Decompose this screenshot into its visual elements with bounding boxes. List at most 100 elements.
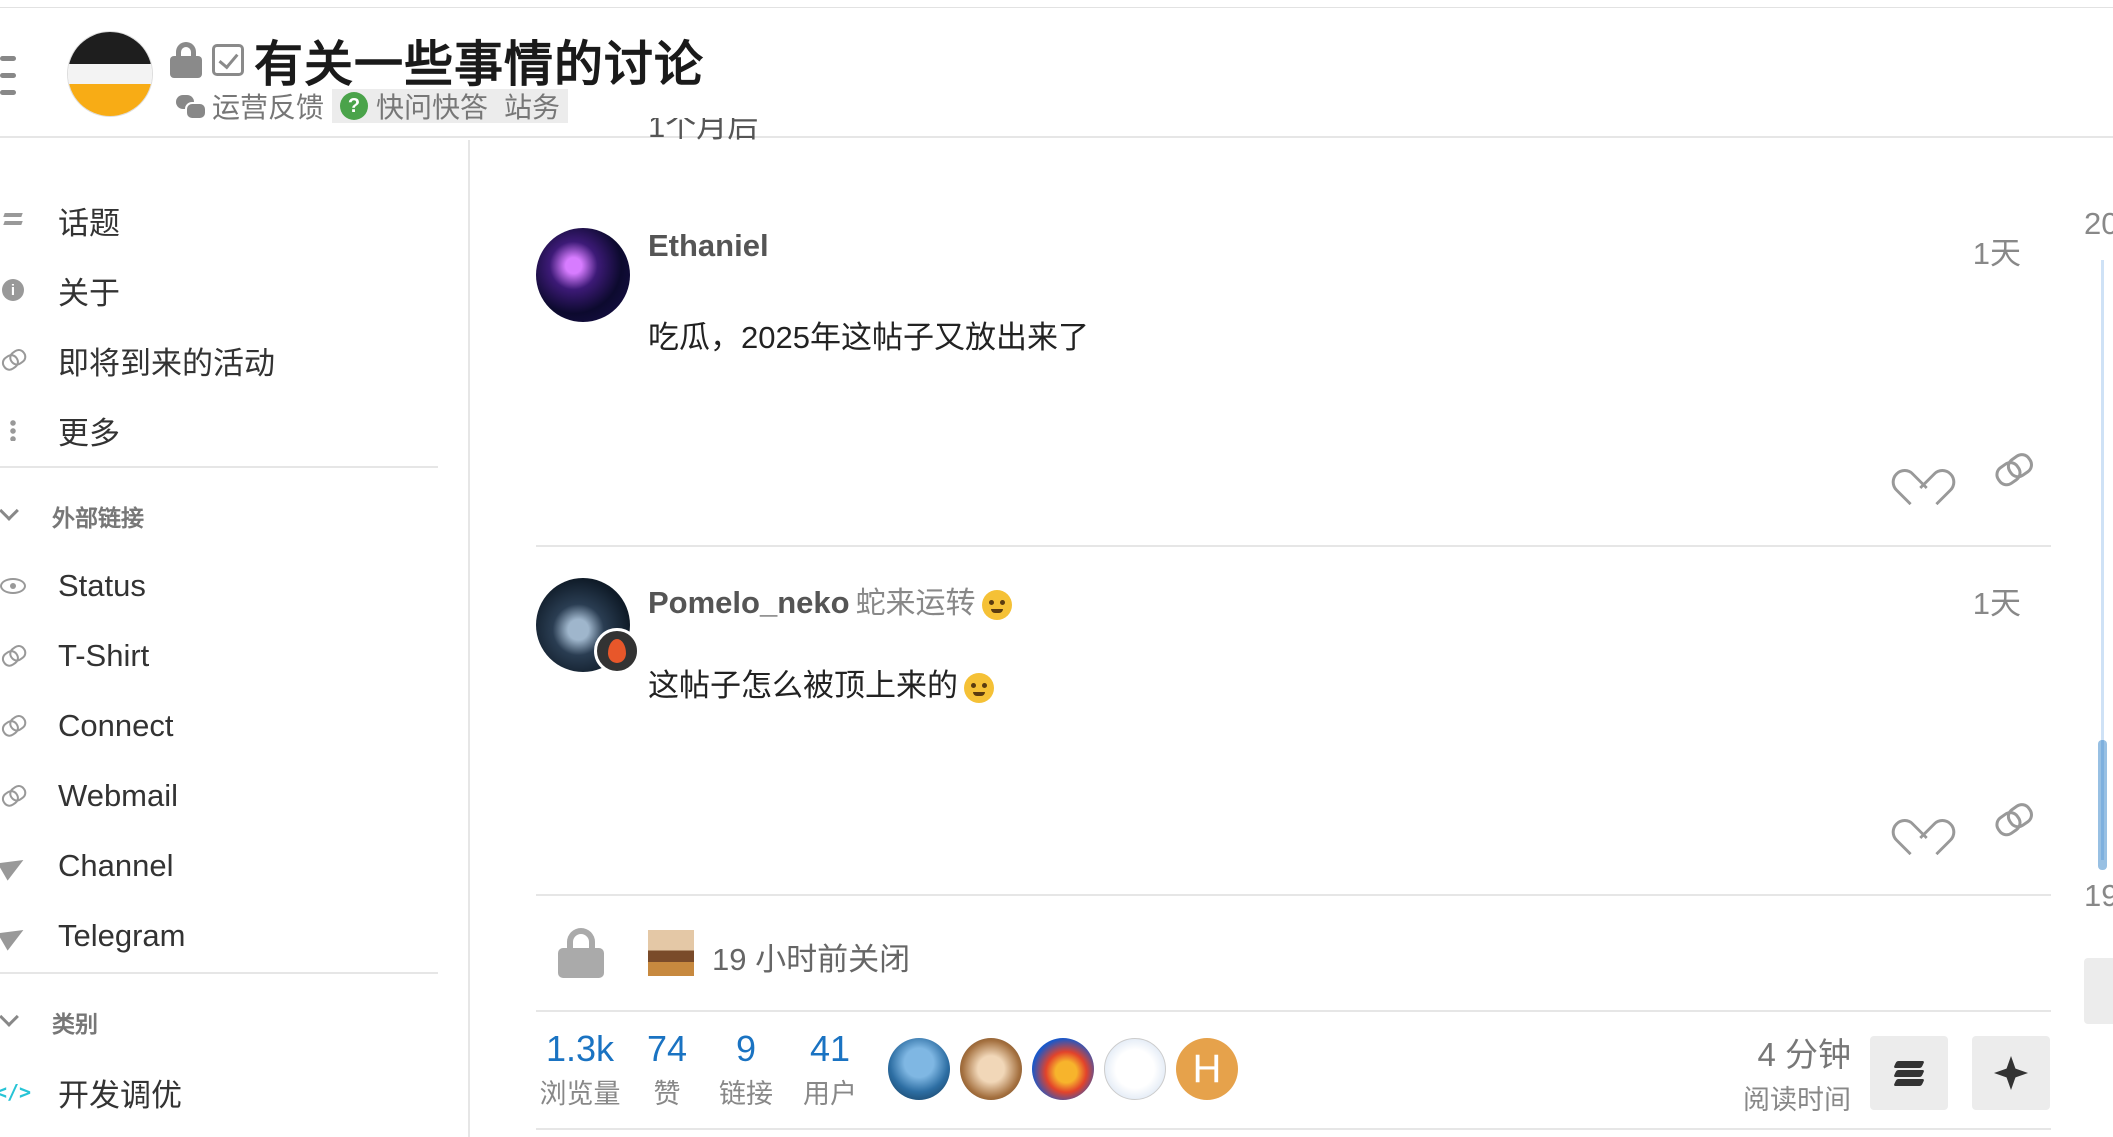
stat-caption: 浏览量 <box>539 1079 621 1109</box>
share-link-icon[interactable] <box>1992 451 2033 488</box>
chevron-down-icon <box>0 501 19 521</box>
sidebar-item-label: T-Shirt <box>58 638 150 673</box>
share-link-icon[interactable] <box>1992 801 2033 838</box>
stat-value: 1.3k <box>545 1028 615 1069</box>
post-divider <box>536 894 2051 896</box>
ai-summary-button[interactable] <box>1972 1036 2050 1110</box>
thinking-emoji-icon <box>981 589 1012 620</box>
sidebar-item-label: Connect <box>58 708 174 743</box>
sidebar-link-tshirt[interactable]: T-Shirt <box>0 628 440 684</box>
avatar-letter: H <box>1192 1046 1222 1091</box>
sidebar-item-upcoming-events[interactable]: 即将到来的活动 <box>0 332 440 388</box>
timeline-button[interactable] <box>2084 958 2113 1024</box>
sidebar-category-dev-tuning[interactable]: </> 开发调优 <box>0 1064 440 1120</box>
post-date[interactable]: 1天 <box>1973 578 2021 623</box>
post-date[interactable]: 1天 <box>1973 228 2021 273</box>
timeline-start-label[interactable]: 20 <box>2084 206 2113 242</box>
question-icon: ? <box>340 92 369 120</box>
stat-views[interactable]: 1.3k 浏览量 <box>536 1030 624 1111</box>
link-icon <box>0 719 26 733</box>
post-body: 吃瓜，2025年这帖子又放出来了 <box>648 320 1089 355</box>
post-body: 这帖子怎么被顶上来的 <box>648 660 994 705</box>
sidebar-item-label: 话题 <box>58 205 120 241</box>
avatar[interactable] <box>536 228 630 322</box>
send-icon <box>0 851 29 881</box>
closed-notice-text[interactable]: 19 小时前关闭 <box>712 934 910 979</box>
post-pomelo-neko: Pomelo_neko 蛇来运转 1天 这帖子怎么被顶上来的 <box>536 578 2051 894</box>
top-rule <box>0 0 2113 8</box>
tag-quick-qa[interactable]: ? 快问快答 <box>332 89 497 123</box>
sidebar-item-label: Status <box>58 568 146 603</box>
closed-notice: 19 小时前关闭 <box>536 912 2051 1000</box>
section-title: 类别 <box>52 1011 98 1037</box>
timeline-end-label[interactable]: 19 <box>2084 878 2113 914</box>
stat-users[interactable]: 41 用户 <box>800 1030 860 1111</box>
topic-header: 有关一些事情的讨论 运营反馈 ? 快问快答 站务 <box>0 8 2113 138</box>
lock-icon <box>170 42 202 78</box>
layers-icon <box>1893 1061 1925 1086</box>
link-icon <box>0 353 26 367</box>
sidebar-divider <box>0 466 438 468</box>
solved-check-icon <box>212 44 244 76</box>
more-dots-icon <box>0 419 26 441</box>
participant-avatar[interactable] <box>1032 1038 1094 1100</box>
sidebar: 话题 i 关于 即将到来的活动 更多 外部链接 Status T-Shirt C… <box>0 140 470 1137</box>
link-icon <box>0 789 26 803</box>
timeline-scroll-handle[interactable] <box>2098 740 2107 870</box>
post-username[interactable]: Ethaniel <box>648 228 769 264</box>
sidebar-item-label: 更多 <box>58 415 120 451</box>
sidebar-link-status[interactable]: Status <box>0 558 440 614</box>
username-text: Pomelo_neko <box>648 585 850 620</box>
sidebar-item-label: 开发调优 <box>58 1077 182 1113</box>
sidebar-link-channel[interactable]: Channel <box>0 838 440 894</box>
participant-avatar[interactable] <box>1104 1038 1166 1100</box>
participant-avatar[interactable] <box>960 1038 1022 1100</box>
stat-caption: 用户 <box>803 1079 857 1109</box>
category-badge[interactable]: 运营反馈 <box>168 89 332 123</box>
breadcrumb: 运营反馈 ? 快问快答 站务 <box>168 88 569 124</box>
section-categories[interactable]: 类别 <box>0 1002 440 1042</box>
stat-value: 41 <box>809 1028 851 1069</box>
stat-value: 9 <box>735 1028 757 1069</box>
stat-links[interactable]: 9 链接 <box>716 1030 776 1111</box>
sparkle-icon <box>1994 1056 2028 1090</box>
hamburger-menu-icon[interactable] <box>0 56 16 102</box>
lock-icon <box>558 928 604 978</box>
link-icon <box>0 649 26 663</box>
sidebar-item-label: Telegram <box>58 918 186 953</box>
sidebar-item-topics[interactable]: 话题 <box>0 192 440 248</box>
summary-button[interactable] <box>1870 1036 1948 1110</box>
participant-avatar[interactable]: H <box>1176 1038 1238 1100</box>
sidebar-item-about[interactable]: i 关于 <box>0 262 440 318</box>
sidebar-item-label: 关于 <box>58 275 120 311</box>
stat-value: 74 <box>646 1028 688 1069</box>
section-title: 外部链接 <box>52 505 144 531</box>
like-heart-icon[interactable] <box>1902 800 1942 840</box>
avatar[interactable] <box>648 930 694 976</box>
send-icon <box>0 921 29 951</box>
participant-avatar[interactable] <box>888 1038 950 1100</box>
site-logo[interactable] <box>68 32 152 116</box>
laughing-emoji-icon <box>964 672 994 703</box>
chevron-down-icon <box>0 1007 19 1027</box>
stat-caption: 链接 <box>719 1079 773 1109</box>
sidebar-link-telegram[interactable]: Telegram <box>0 908 440 964</box>
stat-caption: 赞 <box>653 1079 681 1109</box>
code-icon: </> <box>0 1080 32 1104</box>
topic-title[interactable]: 有关一些事情的讨论 <box>254 25 704 96</box>
chat-bubbles-icon <box>176 95 207 120</box>
section-external-links[interactable]: 外部链接 <box>0 496 440 536</box>
stat-likes[interactable]: 74 赞 <box>642 1030 692 1111</box>
sidebar-link-connect[interactable]: Connect <box>0 698 440 754</box>
tag-label: 快问快答 <box>376 92 489 123</box>
like-heart-icon[interactable] <box>1902 450 1942 490</box>
post-body-text: 这帖子怎么被顶上来的 <box>648 668 958 703</box>
read-time: 4 分钟 阅读时间 <box>1743 1028 1851 1117</box>
post-username[interactable]: Pomelo_neko 蛇来运转 <box>648 578 1012 622</box>
sidebar-link-webmail[interactable]: Webmail <box>0 768 440 824</box>
sidebar-item-label: 即将到来的活动 <box>58 345 275 381</box>
sidebar-item-more[interactable]: 更多 <box>0 402 440 458</box>
sidebar-divider <box>0 972 438 974</box>
read-time-caption: 阅读时间 <box>1743 1085 1851 1115</box>
tag-site-affairs[interactable]: 站务 <box>496 89 569 123</box>
